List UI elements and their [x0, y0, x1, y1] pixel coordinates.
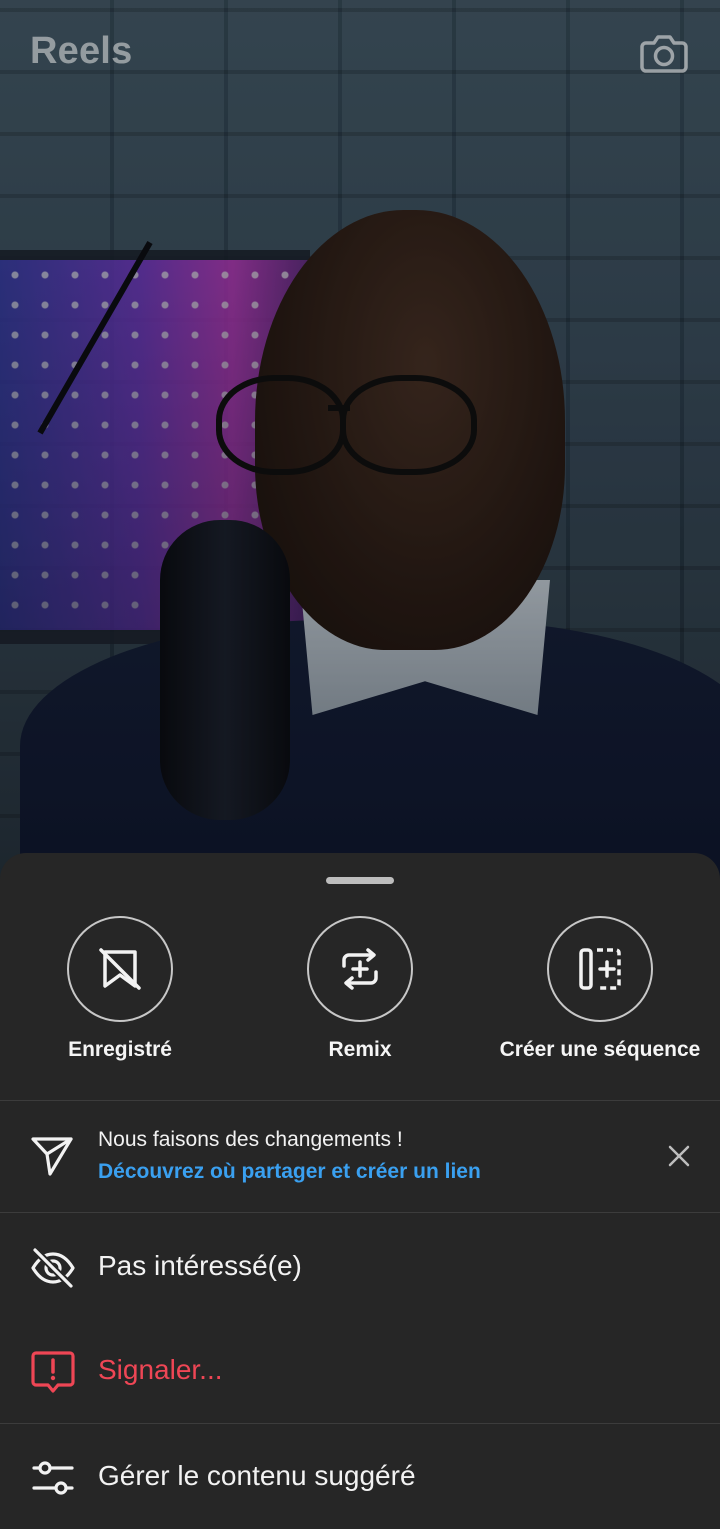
saved-button[interactable]: Enregistré [0, 916, 240, 1076]
eye-off-icon [31, 1246, 75, 1290]
reels-screen: Reels Enregistré Remix Créer une séquenc… [0, 0, 720, 1529]
create-sequence-button[interactable]: Créer une séquence [480, 916, 720, 1076]
notice-title: Nous faisons des changements ! [98, 1128, 403, 1151]
camera-button[interactable] [638, 27, 690, 79]
sheet-drag-handle[interactable] [326, 877, 394, 884]
report-icon [31, 1351, 75, 1393]
sliders-icon [32, 1461, 74, 1495]
manage-suggested-content-item[interactable]: Gérer le contenu suggéré [0, 1427, 720, 1527]
video-dim-overlay [0, 0, 720, 880]
close-icon [668, 1145, 690, 1167]
page-title: Reels [30, 30, 133, 72]
remix-button-circle [307, 916, 413, 1022]
report-label: Signaler... [98, 1354, 223, 1385]
remix-icon [342, 948, 378, 990]
not-interested-item[interactable]: Pas intéressé(e) [0, 1217, 720, 1317]
remix-button[interactable]: Remix [240, 916, 480, 1076]
bookmark-removed-icon [99, 948, 141, 990]
create-sequence-button-circle [547, 916, 653, 1022]
divider [0, 1423, 720, 1424]
create-sequence-label: Créer une séquence [499, 1038, 701, 1061]
report-item[interactable]: Signaler... [0, 1321, 720, 1421]
remix-label: Remix [328, 1038, 392, 1061]
divider [0, 1212, 720, 1213]
camera-icon [640, 35, 688, 73]
saved-label: Enregistré [68, 1038, 172, 1061]
notice-close-button[interactable] [664, 1141, 694, 1171]
reel-video[interactable] [0, 0, 720, 880]
send-icon [31, 1137, 73, 1176]
changes-notice: Nous faisons des changements ! Découvrez… [0, 1101, 720, 1212]
not-interested-label: Pas intéressé(e) [98, 1250, 302, 1281]
quick-actions-row: Enregistré Remix Créer une séquence [0, 916, 720, 1076]
saved-button-circle [67, 916, 173, 1022]
options-bottom-sheet: Enregistré Remix Créer une séquence Nous… [0, 853, 720, 1529]
notice-link[interactable]: Découvrez où partager et créer un lien [98, 1160, 481, 1184]
sequence-add-icon [579, 948, 621, 990]
manage-suggested-content-label: Gérer le contenu suggéré [98, 1460, 416, 1491]
